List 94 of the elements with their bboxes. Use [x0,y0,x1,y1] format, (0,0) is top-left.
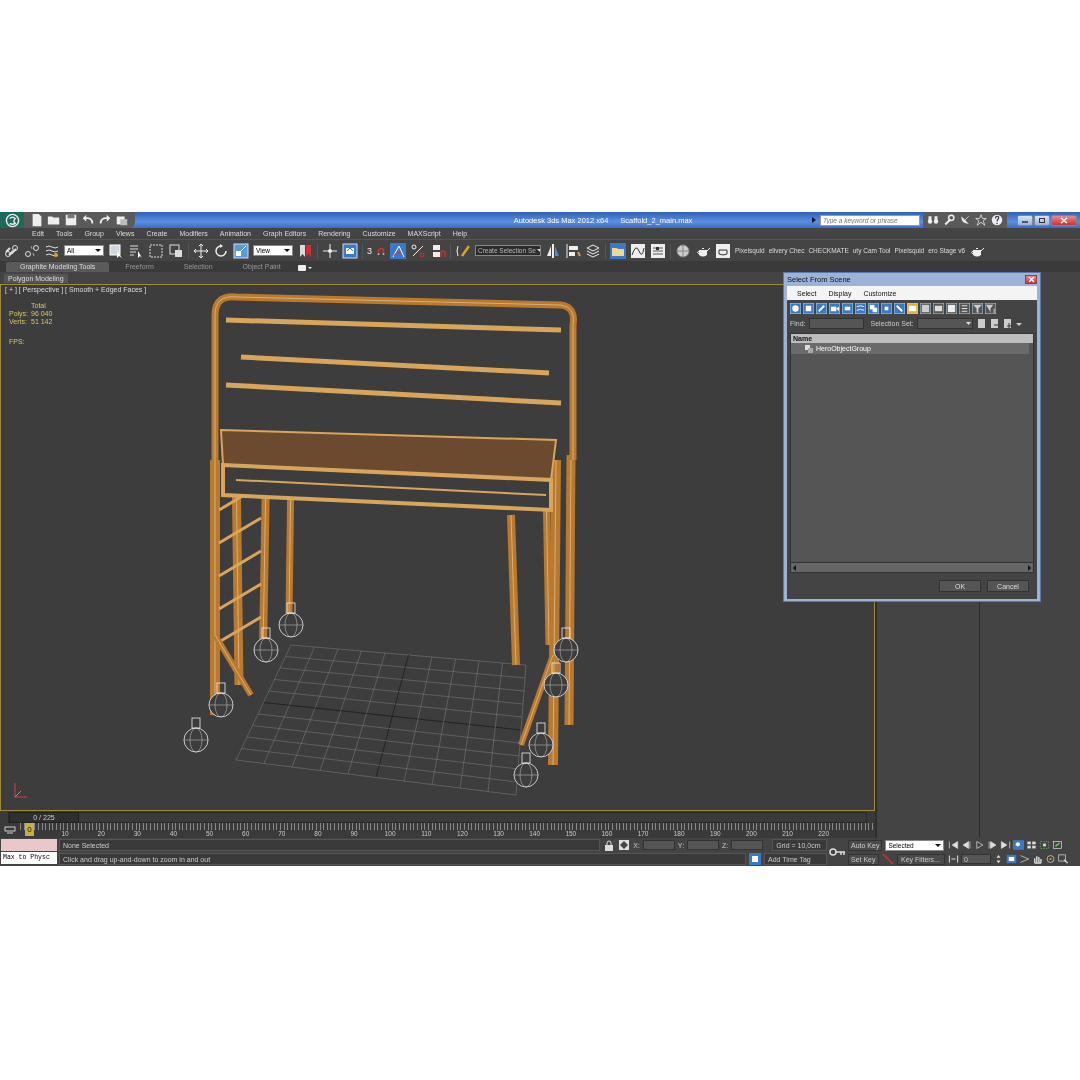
ribbon-options-icon[interactable] [296,264,313,272]
wave-icon[interactable] [44,242,60,259]
align-icon[interactable] [565,242,581,259]
expand-arrow-icon[interactable] [811,216,817,224]
keyboard-shortcut-icon[interactable] [342,242,358,259]
orbit-icon[interactable] [1045,854,1056,864]
restore-button[interactable] [1034,214,1050,226]
rotate-icon[interactable] [213,242,229,259]
container-filter-icon[interactable] [907,302,918,314]
dope-sheet-icon[interactable] [650,242,666,259]
close-icon [1060,216,1068,224]
percent-snap-icon[interactable] [410,242,426,259]
axis-tripod-icon [14,782,28,798]
select-by-name-icon[interactable] [128,242,144,259]
material-sphere-icon[interactable] [675,242,691,259]
curve-editor-icon[interactable] [630,242,646,259]
geometry-filter-icon[interactable] [790,302,801,314]
zoom-extents-selected-icon[interactable] [1039,840,1050,850]
redo-icon[interactable] [98,213,112,227]
angle-snap-icon[interactable] [390,242,406,259]
select-object-icon[interactable] [108,242,124,259]
manipulate-icon[interactable] [322,242,338,259]
xref-filter-icon[interactable] [881,302,892,314]
dialog-close-button[interactable] [1025,275,1037,284]
group-filter-icon[interactable] [868,302,879,314]
lock-icon[interactable] [603,839,616,852]
space-warp-filter-icon[interactable] [855,302,866,314]
unlink-icon[interactable] [24,242,40,259]
render-frame-icon[interactable] [715,242,731,259]
dropdown-arrow-icon [94,247,102,254]
link-icon[interactable] [4,242,20,259]
time-configuration-icon[interactable] [1006,854,1017,864]
wrench-icon[interactable] [943,214,955,226]
horizontal-scrollbar[interactable] [791,562,1033,572]
layers-icon[interactable] [585,242,601,259]
window-crossing-icon[interactable] [168,242,184,259]
move-icon[interactable] [193,242,209,259]
undo-icon[interactable] [81,213,95,227]
time-tag-icon[interactable] [749,852,762,865]
zoom-all-icon[interactable] [1026,840,1037,850]
minimize-button[interactable] [1017,214,1033,226]
mirror-icon[interactable] [545,242,561,259]
add-to-selection-set-icon[interactable] [1001,317,1012,329]
pan-hand-icon[interactable] [1032,854,1043,864]
find-field[interactable] [808,317,864,329]
scroll-left-icon[interactable] [791,563,799,572]
remove-selection-set-icon[interactable] [988,317,999,329]
shape-filter-icon[interactable] [803,302,814,314]
coordinate-field[interactable] [731,840,764,851]
key-icon[interactable] [829,847,845,857]
create-selection-set-icon[interactable] [975,317,986,329]
sort-filter-icon[interactable] [985,302,996,314]
list-view-icon[interactable] [959,302,970,314]
star-icon[interactable] [975,214,987,226]
restore-icon [1038,216,1046,224]
absolute-mode-icon[interactable] [618,839,631,852]
select-all-icon[interactable] [920,302,931,314]
go-to-start-icon[interactable] [948,840,959,850]
previous-frame-icon[interactable] [961,840,972,850]
select-invert-icon[interactable] [946,302,957,314]
dropdown-arrow-icon [283,247,291,254]
timeline-toggle-icon[interactable] [4,825,16,835]
snap-toggle[interactable]: 3 [367,245,372,256]
help-icon[interactable] [991,214,1003,226]
field-of-view-icon[interactable] [1019,854,1030,864]
go-to-end-icon[interactable] [1000,840,1011,850]
region-zoom-icon[interactable] [1058,854,1069,864]
coordinate-field[interactable] [642,840,675,851]
key-mode-toggle-icon[interactable] [948,854,959,864]
light-filter-icon[interactable] [816,302,827,314]
coordinate-field[interactable] [687,840,720,851]
next-frame-icon[interactable] [987,840,998,850]
close-button[interactable] [1051,214,1077,226]
binoculars-icon[interactable] [927,214,939,226]
current-frame-marker[interactable]: 0 [25,823,34,836]
scene-explorer-icon[interactable] [610,242,626,259]
spinner-snap-icon[interactable] [430,242,446,259]
close-icon [1027,276,1035,283]
bone-filter-icon[interactable] [894,302,905,314]
app-logo-icon[interactable] [4,212,20,228]
dropdown-arrow-icon [934,841,942,849]
group-object-icon [805,344,813,353]
scroll-right-icon[interactable] [1025,563,1033,572]
maximize-viewport-icon[interactable] [1052,840,1063,850]
helper-filter-icon[interactable] [842,302,853,314]
scale-icon[interactable] [233,242,249,259]
save-icon[interactable] [64,213,78,227]
select-none-icon[interactable] [933,302,944,314]
filter-icon[interactable] [972,302,983,314]
play-icon[interactable] [974,840,985,850]
bookmark-icon[interactable] [297,242,313,259]
dropdown-arrow-icon [964,319,972,327]
camera-filter-icon[interactable] [829,302,840,314]
zoom-extents-icon[interactable] [1013,840,1024,850]
